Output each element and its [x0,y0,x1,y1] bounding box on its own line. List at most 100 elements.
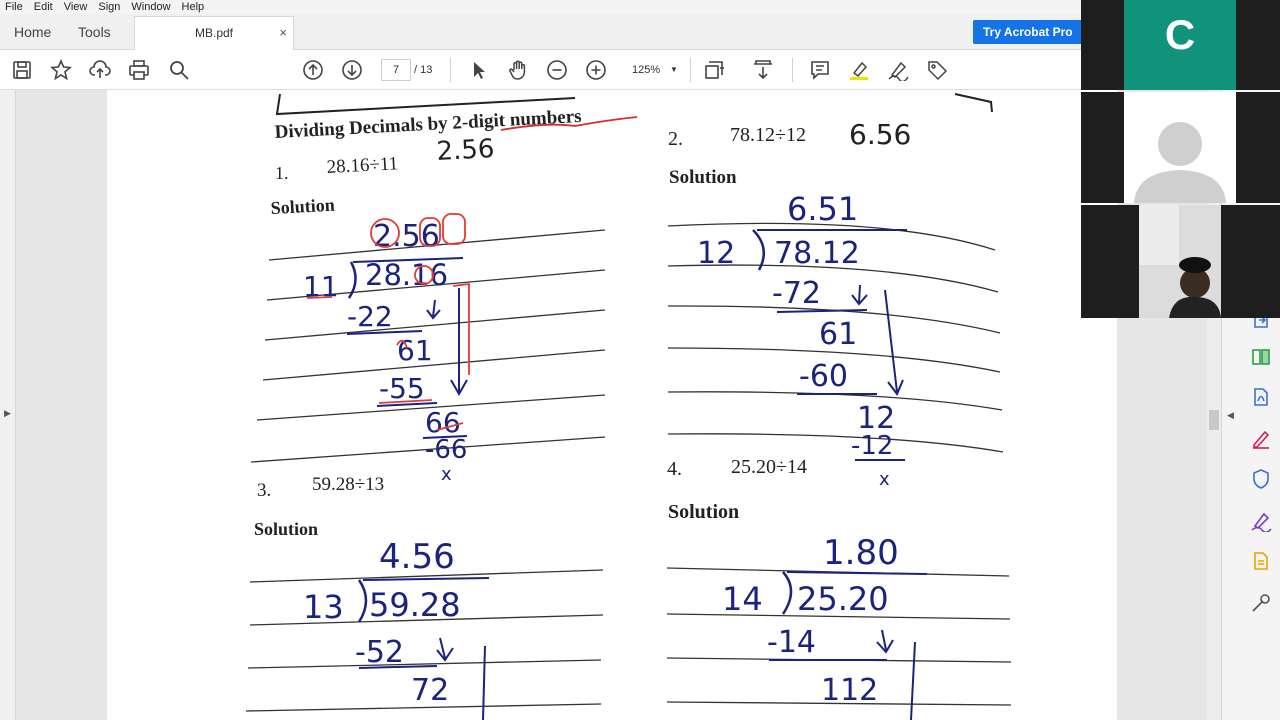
problem-2-step-5: -12 [851,431,893,461]
problem-2-step-2: 61 [819,317,857,352]
problem-4-dividend: 25.20 [797,580,889,618]
bookmark-star-icon[interactable] [50,58,72,81]
problem-2-number: 2. [668,128,683,150]
toolbar-divider [690,58,691,82]
upload-cloud-icon[interactable] [89,59,111,81]
close-icon[interactable]: × [279,17,287,49]
problem-3-divisor: 13 [303,588,344,626]
edit-pdf-icon[interactable] [1250,427,1272,449]
worksheet-canvas: Dividing Decimals by 2-digit numbers 1. … [245,93,1012,720]
page-down-icon[interactable] [341,59,363,81]
problem-4-divisor: 14 [722,580,763,618]
problem-4-number: 4. [667,458,682,480]
menu-edit[interactable]: Edit [34,0,53,14]
tab-tools[interactable]: Tools [78,14,111,50]
menu-file[interactable]: File [5,0,23,14]
pdf-page[interactable]: Dividing Decimals by 2-digit numbers 1. … [107,90,1117,720]
organize-pages-icon[interactable] [1250,346,1272,368]
video-tile-participant-c[interactable]: C [1081,0,1280,90]
problem-4-solution-label: Solution [668,501,739,523]
problem-2-dividend: 78.12 [774,236,860,271]
problem-3-step-2: 72 [411,673,449,708]
expand-left-panel-icon[interactable]: ▶ [4,408,11,419]
problem-1-step-1: -22 [347,300,393,333]
save-icon[interactable] [11,59,33,81]
camera-feed [1139,205,1221,318]
scroll-mode-icon[interactable] [752,59,774,81]
problem-1-quotient: 2.56 [373,219,440,254]
problem-1-step-5: -66 [425,435,467,465]
highlight-icon[interactable] [848,59,870,81]
tag-icon[interactable] [926,59,948,81]
document-tab-name: MB.pdf [195,26,234,40]
zoom-value: 125% [632,64,661,76]
tab-document[interactable]: MB.pdf × [134,16,294,50]
ruled-lines-right [666,222,1012,706]
camera-person-image [1139,205,1221,318]
collapse-right-pane-icon[interactable]: ◀ [1227,410,1234,421]
problem-3-dividend: 59.28 [369,586,461,624]
problem-2-solution-label: Solution [669,167,737,188]
fill-sign-icon[interactable] [1250,510,1272,534]
tab-home[interactable]: Home [14,14,51,50]
problem-3-work: 4.56 13 59.28 -52 72 [303,537,490,720]
sign-icon[interactable] [887,59,909,83]
problem-3-question: 59.28÷13 [312,474,384,495]
person-silhouette-icon [1134,122,1226,203]
problem-1-solution-label: Solution [270,195,335,218]
video-tile-camera[interactable] [1081,205,1280,318]
left-panel-rail: ▶ [0,90,16,720]
toolbar-divider [450,58,451,82]
problem-2-step-6: x [879,469,890,490]
problem-4-step-1: -14 [767,625,816,660]
participant-avatar: C [1124,0,1236,90]
problem-1-step-6: x [441,464,452,485]
protect-icon[interactable] [1250,468,1272,490]
ruled-lines-left [245,229,606,712]
problem-2-work: 6.51 12 78.12 -72 61 -60 12 -12 x [697,190,907,490]
menu-window[interactable]: Window [131,0,170,14]
problem-3-number: 3. [257,480,271,501]
problem-1-dividend: 28.16 [365,258,448,292]
print-icon[interactable] [128,59,150,81]
menu-view[interactable]: View [64,0,88,14]
video-tile-participant-2[interactable] [1081,92,1280,203]
page-up-icon[interactable] [302,59,324,81]
send-for-review-icon[interactable] [1250,550,1272,572]
page-total: / 13 [414,64,433,76]
problem-4-step-2: 112 [821,673,878,708]
zoom-dropdown[interactable]: 125% ▼ [624,59,684,81]
problem-2-quotient: 6.51 [787,190,858,228]
select-arrow-icon[interactable] [468,59,490,81]
create-pdf-icon[interactable] [1250,386,1272,408]
problem-1-number: 1. [275,163,289,183]
fit-page-icon[interactable] [703,59,725,81]
problem-1-step-2: 61 [397,334,433,367]
toolbar-divider [792,58,793,82]
problem-3-solution-label: Solution [254,519,318,539]
problem-2-step-3: -60 [799,359,848,394]
more-tools-icon[interactable] [1250,592,1272,614]
problem-2-step-1: -72 [772,276,821,311]
problem-1-work: 2.56 11 28.16 -22 61 -55 66 -66 x [303,219,468,485]
problem-2-question: 78.12÷12 [730,124,806,146]
chevron-down-icon: ▼ [670,65,678,74]
problem-2-divisor: 12 [697,236,735,271]
try-acrobat-pro-button[interactable]: Try Acrobat Pro [973,20,1083,44]
problem-3-step-1: -52 [355,635,404,670]
comment-icon[interactable] [809,59,831,81]
problem-4-quotient: 1.80 [823,533,899,573]
scrollbar-thumb[interactable] [1209,410,1219,430]
zoom-in-icon[interactable] [585,59,607,81]
search-icon[interactable] [168,59,190,81]
participant-initial: C [1164,11,1196,58]
problem-3-quotient: 4.56 [379,537,455,577]
zoom-out-icon[interactable] [546,59,568,81]
page-number-input[interactable]: 7 [381,59,411,81]
hand-icon[interactable] [507,59,529,81]
avatar-placeholder [1124,92,1236,203]
menu-sign[interactable]: Sign [98,0,120,14]
problem-4-work: 1.80 14 25.20 -14 112 [722,533,928,720]
menu-help[interactable]: Help [182,0,205,14]
problem-4-question: 25.20÷14 [731,456,807,478]
